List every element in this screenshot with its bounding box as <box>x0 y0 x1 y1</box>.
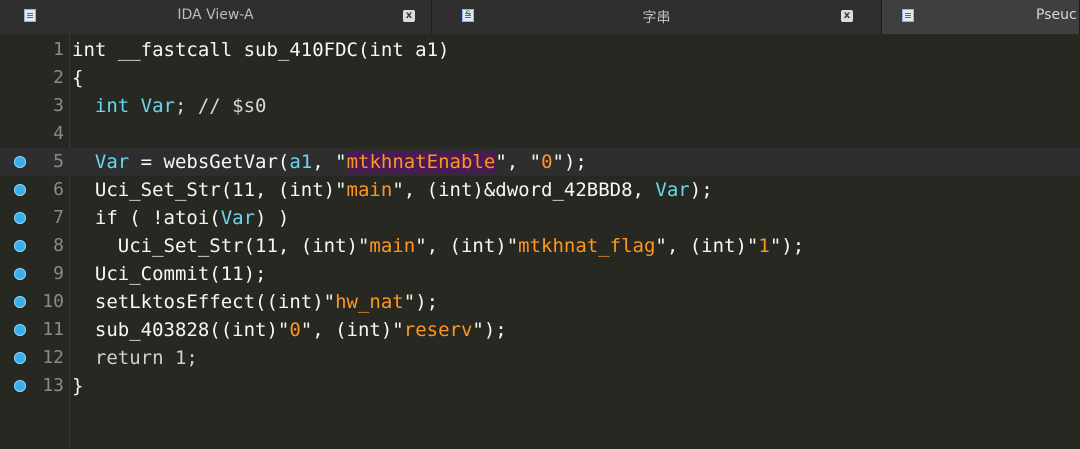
code-text[interactable]: Uci_Commit(11); <box>72 260 267 288</box>
pseudocode-editor[interactable]: 1 int __fastcall sub_410FDC(int a1) 2{3 in… <box>0 34 1080 449</box>
code-token: Uci_Set_Str(11, (int)" <box>72 235 370 257</box>
code-line[interactable]: 11 sub_403828((int)"0", (int)"reserv"); <box>0 316 1080 344</box>
code-text[interactable]: Uci_Set_Str(11, (int)"main", (int)&dword… <box>72 176 713 204</box>
code-line[interactable]: 13} <box>0 372 1080 400</box>
code-line[interactable]: 10 setLktosEffect((int)"hw_nat"); <box>0 288 1080 316</box>
code-token: ", (int)&dword_42BBD8, <box>392 179 656 201</box>
code-token: ", (int)" <box>415 235 519 257</box>
line-number: 5 <box>53 151 64 172</box>
code-token: ", (int)" <box>655 235 759 257</box>
code-text[interactable]: if ( !atoi(Var) ) <box>72 204 290 232</box>
code-line[interactable]: 6 Uci_Set_Str(11, (int)"main", (int)&dwo… <box>0 176 1080 204</box>
line-number: 9 <box>53 263 64 284</box>
breakpoint-dot-icon[interactable] <box>14 184 26 196</box>
tab-title: Pseuc <box>1036 7 1077 23</box>
code-token: ; // $s0 <box>174 95 267 117</box>
tab-bar: IDA View-A x 字串 x Pseuc <box>0 0 1080 34</box>
tab-ida-view-a[interactable]: IDA View-A x <box>0 0 432 34</box>
breakpoint-dot-icon[interactable] <box>14 296 26 308</box>
line-number: 13 <box>42 375 64 396</box>
code-text[interactable]: int Var; // $s0 <box>72 92 267 120</box>
code-token: "); <box>403 291 439 313</box>
code-token: reserv <box>403 319 473 341</box>
code-text[interactable]: setLktosEffect((int)"hw_nat"); <box>72 288 438 316</box>
code-token: , " <box>312 151 347 173</box>
tab-strings[interactable]: 字串 x <box>432 0 882 34</box>
pseudocode-view-icon <box>902 9 914 22</box>
code-token: "); <box>552 151 587 173</box>
code-token: int __fastcall sub_410FDC(int a1) <box>72 39 450 61</box>
code-line[interactable]: 2{ <box>0 64 1080 92</box>
tab-pseudocode[interactable]: Pseuc <box>882 0 1080 34</box>
code-token: ); <box>689 179 713 201</box>
code-token: hw_nat <box>335 291 404 313</box>
code-text[interactable]: sub_403828((int)"0", (int)"reserv"); <box>72 316 507 344</box>
breakpoint-dot-icon[interactable] <box>14 380 26 392</box>
close-icon[interactable]: x <box>403 10 415 22</box>
code-text[interactable]: { <box>72 64 83 92</box>
code-line[interactable]: 12 return 1; <box>0 344 1080 372</box>
code-text[interactable]: return 1; <box>72 344 198 372</box>
code-token: mtkhnatEnable <box>346 151 496 173</box>
breakpoint-dot-icon[interactable] <box>14 240 26 252</box>
code-token: main <box>369 235 416 257</box>
code-token: = websGetVar( <box>129 151 290 173</box>
line-number: 2 <box>53 67 64 88</box>
code-line[interactable]: 5 Var = websGetVar(a1, "mtkhnatEnable", … <box>0 148 1080 176</box>
code-token: Uci_Commit(11); <box>72 263 267 285</box>
line-number: 4 <box>53 123 64 144</box>
code-token: "); <box>472 319 507 341</box>
breakpoint-dot-icon[interactable] <box>14 212 26 224</box>
code-token: if ( !atoi( <box>72 207 221 229</box>
code-line[interactable]: 4 <box>0 120 1080 148</box>
breakpoint-dot-icon[interactable] <box>14 268 26 280</box>
code-text[interactable]: } <box>72 372 83 400</box>
code-token: a1 <box>289 151 313 173</box>
code-line[interactable]: 1 int __fastcall sub_410FDC(int a1) <box>0 36 1080 64</box>
tab-title: 字串 <box>642 10 671 26</box>
line-number: 12 <box>42 347 64 368</box>
code-text[interactable]: Var = websGetVar(a1, "mtkhnatEnable", "0… <box>72 148 587 176</box>
code-token: Var <box>94 151 130 173</box>
code-token: main <box>346 179 393 201</box>
code-token: mtkhnat_flag <box>518 235 656 257</box>
code-text[interactable]: Uci_Set_Str(11, (int)"main", (int)"mtkhn… <box>72 232 804 260</box>
code-line[interactable]: 8 Uci_Set_Str(11, (int)"main", (int)"mtk… <box>0 232 1080 260</box>
line-number: 1 <box>53 39 64 60</box>
code-token: return 1; <box>72 347 198 369</box>
code-token: ", " <box>495 151 542 173</box>
code-line[interactable]: 3 int Var; // $s0 <box>0 92 1080 120</box>
code-token: 0 <box>289 319 301 341</box>
code-token: Var <box>220 207 256 229</box>
line-number: 10 <box>42 291 64 312</box>
line-number: 7 <box>53 207 64 228</box>
line-number: 3 <box>53 95 64 116</box>
code-line[interactable]: 7 if ( !atoi(Var) ) <box>0 204 1080 232</box>
line-number: 11 <box>42 319 64 340</box>
code-token: 1 <box>758 235 770 257</box>
code-token: { <box>72 67 84 89</box>
code-token: "); <box>769 235 805 257</box>
tab-title: IDA View-A <box>177 7 254 23</box>
code-token: int Var <box>94 95 175 117</box>
line-number: 6 <box>53 179 64 200</box>
breakpoint-dot-icon[interactable] <box>14 352 26 364</box>
breakpoint-dot-icon[interactable] <box>14 324 26 336</box>
code-token: 0 <box>541 151 553 173</box>
code-token: Uci_Set_Str(11, (int)" <box>72 179 347 201</box>
code-text[interactable]: int __fastcall sub_410FDC(int a1) <box>72 36 450 64</box>
code-token: ", (int)" <box>300 319 404 341</box>
code-token: Var <box>655 179 690 201</box>
code-token: sub_403828((int)" <box>72 319 290 341</box>
code-token: } <box>72 375 84 397</box>
line-number: 8 <box>53 235 64 256</box>
code-line[interactable]: 9 Uci_Commit(11); <box>0 260 1080 288</box>
breakpoint-dot-icon[interactable] <box>14 156 26 168</box>
code-token: ) ) <box>255 207 290 229</box>
code-token: setLktosEffect((int)" <box>72 291 336 313</box>
close-icon[interactable]: x <box>841 10 853 22</box>
